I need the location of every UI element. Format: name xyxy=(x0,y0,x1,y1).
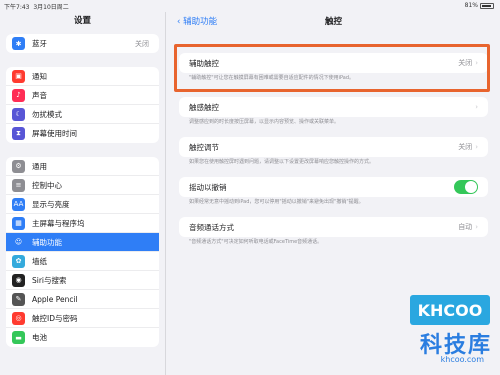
haptic-touch-label: 触感触控 xyxy=(189,102,219,112)
display-icon: AA xyxy=(12,197,25,211)
sidebar-item-label: 屏幕使用时间 xyxy=(32,129,77,138)
sidebar-item-hourglass[interactable]: ⧗ 屏幕使用时间 xyxy=(6,124,159,143)
sidebar-item-label: 通知 xyxy=(32,71,47,81)
sidebar-item-label: 蓝牙 xyxy=(32,39,47,48)
nav-bar: ‹ 辅助功能 触控 xyxy=(167,12,500,30)
watermark-url: khcoo.com xyxy=(440,355,484,364)
battery-status: 81% xyxy=(465,2,494,9)
haptic-touch-desc: 调整感应到的时长度按压屏幕，以显示内容预览、操作或关联菜单。 xyxy=(189,119,340,125)
sidebar-item-bluetooth[interactable]: ✱ 蓝牙 关闭 xyxy=(6,34,159,53)
sidebar-item-wallpaper[interactable]: ✿ 墙纸 xyxy=(6,252,159,271)
sidebar-item-label: 墙纸 xyxy=(32,256,47,266)
settings-sidebar: 设置 ✱ 蓝牙 关闭 ▣ 通知 ♪ 声音 ☾ 勿扰模式 ⧗ 屏幕使用时间 ⚙ 通用 ≡ 控制中心 AA 显示… xyxy=(0,12,166,375)
sidebar-group-connectivity: ✱ 蓝牙 关闭 xyxy=(6,34,159,53)
shake-to-undo-label: 摇动以撤销 xyxy=(189,182,227,192)
shake-to-undo-row: 摇动以撤销 xyxy=(179,177,488,197)
sidebar-item-moon[interactable]: ☾ 勿扰模式 xyxy=(6,105,159,124)
sidebar-item-home-screen[interactable]: ▦ 主屏幕与程序坞 xyxy=(6,214,159,233)
gear-icon: ⚙ xyxy=(12,159,25,173)
moon-icon: ☾ xyxy=(12,107,25,121)
sidebar-item-pencil[interactable]: ✎ Apple Pencil xyxy=(6,290,159,309)
sidebar-item-siri[interactable]: ◉ Siri与搜索 xyxy=(6,271,159,290)
pencil-icon: ✎ xyxy=(12,292,25,306)
battery-level-icon xyxy=(480,2,494,9)
sidebar-item-display[interactable]: AA 显示与亮度 xyxy=(6,195,159,214)
sidebar-item-gear[interactable]: ⚙ 通用 xyxy=(6,157,159,176)
bluetooth-icon: ✱ xyxy=(12,37,25,50)
call-audio-routing-row[interactable]: 音频通话方式 自动 › xyxy=(179,217,488,237)
touch-accommodations-row[interactable]: 触控调节 关闭 › xyxy=(179,137,488,157)
haptic-touch-row[interactable]: 触感触控 › xyxy=(179,97,488,117)
sidebar-item-notifications[interactable]: ▣ 通知 xyxy=(6,67,159,86)
battery-icon: ▬ xyxy=(12,331,25,344)
status-bar: 下午7:43 3月10日周二 81% xyxy=(0,0,500,12)
call-audio-desc: "音频通话方式"可决定如何听取电话或FaceTime音频通话。 xyxy=(189,239,323,245)
sidebar-item-label: Apple Pencil xyxy=(32,294,78,304)
siri-icon: ◉ xyxy=(12,273,25,287)
sidebar-item-label: 控制中心 xyxy=(32,180,62,190)
sidebar-item-label: 主屏幕与程序坞 xyxy=(32,218,85,228)
chevron-right-icon: › xyxy=(475,223,478,231)
sidebar-item-label: 辅助功能 xyxy=(32,237,62,247)
sidebar-group-notifications: ▣ 通知 ♪ 声音 ☾ 勿扰模式 ⧗ 屏幕使用时间 xyxy=(6,67,159,143)
sound-icon: ♪ xyxy=(12,88,25,102)
accessibility-icon: ☺ xyxy=(12,235,25,249)
sidebar-item-touch-id[interactable]: ◎ 触控ID与密码 xyxy=(6,309,159,328)
shake-to-undo-desc: 如果经常无意中摇动到iPad，您可以停用"摇动以撤销"来避免出现"撤销"提醒。 xyxy=(189,199,364,205)
wallpaper-icon: ✿ xyxy=(12,254,25,268)
chevron-right-icon: › xyxy=(475,143,478,151)
sidebar-item-value: 关闭 xyxy=(135,39,149,48)
shake-to-undo-toggle[interactable] xyxy=(454,180,478,194)
home-screen-icon: ▦ xyxy=(12,216,25,230)
sidebar-item-accessibility[interactable]: ☺ 辅助功能 xyxy=(6,233,159,252)
sidebar-item-control-center[interactable]: ≡ 控制中心 xyxy=(6,176,159,195)
touch-id-icon: ◎ xyxy=(12,311,25,325)
sidebar-item-sound[interactable]: ♪ 声音 xyxy=(6,86,159,105)
sidebar-title: 设置 xyxy=(73,16,91,26)
sidebar-item-label: 声音 xyxy=(32,90,47,100)
chevron-right-icon: › xyxy=(475,103,478,111)
touch-accommodations-desc: 如果您在使用触控屏时遇到问题，请调整以下设置更改屏幕响应您触控操作的方式。 xyxy=(189,159,375,165)
call-audio-label: 音频通话方式 xyxy=(189,222,234,232)
touch-accommodations-value: 关闭 xyxy=(458,143,473,151)
sidebar-item-battery[interactable]: ▬ 电池 xyxy=(6,328,159,347)
status-time: 下午7:43 3月10日周二 xyxy=(4,4,69,11)
call-audio-value: 自动 xyxy=(458,223,473,231)
page-title: 触控 xyxy=(324,17,342,27)
hourglass-icon: ⧗ xyxy=(12,127,25,140)
watermark-logo: KHCOO xyxy=(410,295,490,325)
control-center-icon: ≡ xyxy=(12,178,25,192)
touch-accommodations-label: 触控调节 xyxy=(189,142,219,152)
sidebar-item-label: 显示与亮度 xyxy=(32,199,70,209)
sidebar-item-label: Siri与搜索 xyxy=(32,275,67,285)
sidebar-item-label: 触控ID与密码 xyxy=(32,313,78,323)
notifications-icon: ▣ xyxy=(12,69,25,83)
highlight-box xyxy=(174,44,490,92)
sidebar-item-label: 勿扰模式 xyxy=(32,109,62,119)
sidebar-item-label: 电池 xyxy=(32,333,47,342)
sidebar-item-label: 通用 xyxy=(32,161,47,171)
sidebar-group-general: ⚙ 通用 ≡ 控制中心 AA 显示与亮度 ▦ 主屏幕与程序坞 ☺ 辅助功能 ✿ 墙纸 ◉ Siri与搜索 ✎… xyxy=(6,157,159,347)
watermark: KHCOO 科技库 khcoo.com xyxy=(394,293,494,371)
